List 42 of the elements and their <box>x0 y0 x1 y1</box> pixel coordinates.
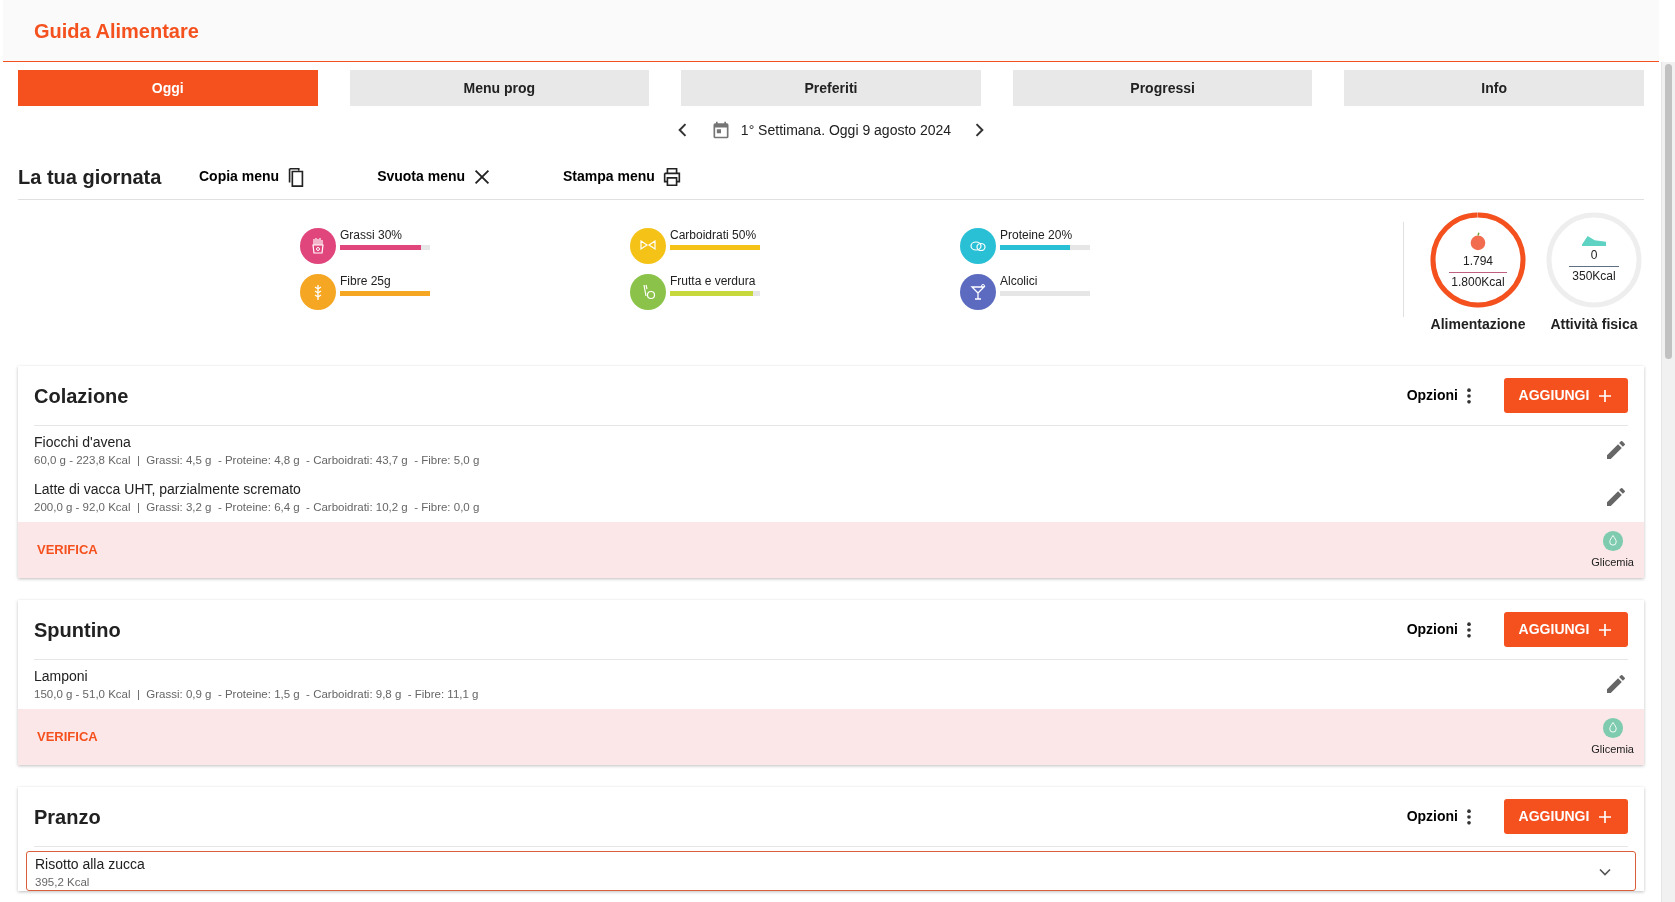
app-title: Guida Alimentare <box>34 18 199 44</box>
kcal-value: 0 <box>1568 245 1620 267</box>
tab[interactable]: Menu prog <box>349 70 650 106</box>
options-button[interactable]: Opzioni <box>1400 805 1478 828</box>
nutrient-label: Alcolici <box>1000 274 1039 288</box>
day-title: La tua giornata <box>18 164 163 190</box>
food-name: Lamponi <box>34 667 89 686</box>
tab[interactable]: Progressi <box>1012 70 1313 106</box>
date-label: 1° Settimana. Oggi 9 agosto 2024 <box>740 120 952 140</box>
glycemia-label: Glicemia <box>1591 741 1634 757</box>
food-details: 395,2 Kcal <box>35 875 91 890</box>
energy-label: Attività fisica <box>1550 315 1638 334</box>
kcal-target: 1.800Kcal <box>1451 273 1505 291</box>
options-button[interactable]: Opzioni <box>1400 618 1478 641</box>
kcal-target: 350Kcal <box>1572 267 1616 285</box>
tab[interactable]: Info <box>1344 70 1644 106</box>
options-button[interactable]: Opzioni <box>1400 384 1478 407</box>
glycemia-label: Glicemia <box>1591 554 1634 570</box>
food-details: 60,0 g - 223,8 Kcal | Grassi: 4,5 g - Proteine: 4,8 g - Carboidrati: 43,7 g - Fibre: 5,0 g <box>34 453 481 468</box>
energy-label: Alimentazione <box>1430 315 1526 334</box>
menu-action-button[interactable]: Svuota menu <box>377 165 494 188</box>
nutrient-label: Carboidrati 50% <box>670 228 758 242</box>
meal-title: Pranzo <box>34 804 102 830</box>
menu-action-button[interactable]: Stampa menu <box>563 165 683 188</box>
food-details: 150,0 g - 51,0 Kcal | Grassi: 0,9 g - Proteine: 1,5 g - Carboidrati: 9,8 g - Fibre: 11,1 g <box>34 687 480 702</box>
food-name: Fiocchi d'avena <box>34 433 132 452</box>
meal-title: Colazione <box>34 383 130 409</box>
food-item[interactable]: Latte di vacca UHT, parzialmente scremato 200,0 g - 92,0 Kcal | Grassi: 3,2 g - Proteine: 6,4 g - Carboidrati: 10,2 g - Fibre: 0,0 g <box>18 473 1644 520</box>
nutrient-label: Frutta e verdura <box>670 274 757 288</box>
nutrient-label: Proteine 20% <box>1000 228 1074 242</box>
food-item[interactable]: Fiocchi d'avena 60,0 g - 223,8 Kcal | Grassi: 4,5 g - Proteine: 4,8 g - Carboidrati: 43,7 g - Fibre: 5,0 g <box>18 426 1644 473</box>
kcal-value: 1.794 <box>1449 251 1507 273</box>
nutrient-label: Fibre 25g <box>340 274 392 288</box>
food-name: Latte di vacca UHT, parzialmente scremato <box>34 480 302 499</box>
food-item[interactable]: Risotto alla zucca 395,2 Kcal <box>26 851 1636 891</box>
tab[interactable]: Preferiti <box>681 70 981 106</box>
food-item[interactable]: Lamponi 150,0 g - 51,0 Kcal | Grassi: 0,9 g - Proteine: 1,5 g - Carboidrati: 9,8 g - Fibre: 11,1 g <box>18 660 1644 707</box>
food-details: 200,0 g - 92,0 Kcal | Grassi: 3,2 g - Proteine: 6,4 g - Carboidrati: 10,2 g - Fibre: 0,0 g <box>34 500 481 515</box>
menu-action-button[interactable]: Copia menu <box>199 165 308 188</box>
meal-title: Spuntino <box>34 617 122 643</box>
food-name: Risotto alla zucca <box>35 855 146 874</box>
nutrient-label: Grassi 30% <box>340 228 404 242</box>
